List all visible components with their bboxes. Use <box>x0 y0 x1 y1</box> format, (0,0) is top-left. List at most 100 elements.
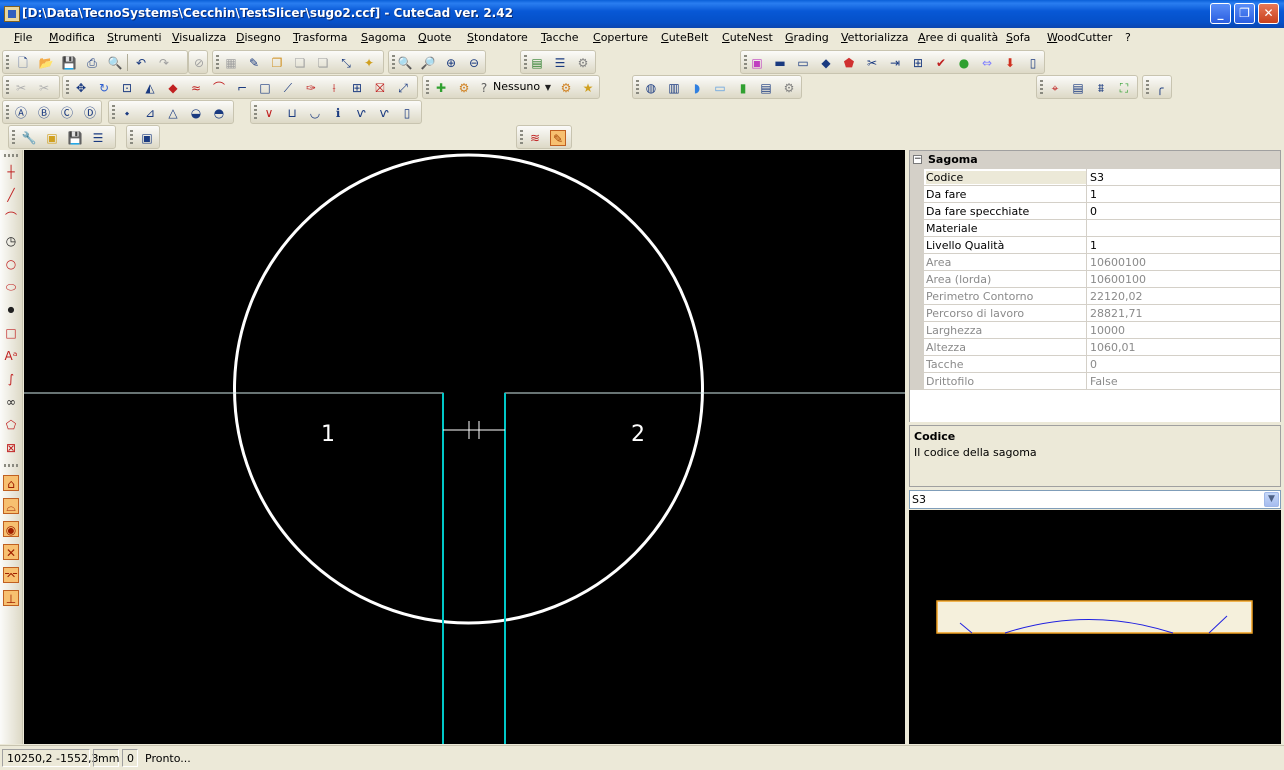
settings-gear-icon[interactable]: ⚙ <box>575 55 591 71</box>
property-category[interactable]: − Sagoma <box>910 151 1280 169</box>
align-icon[interactable]: ⩩ <box>1093 80 1109 96</box>
shape-circle-outline[interactable] <box>233 153 704 625</box>
property-row[interactable]: Percorso di lavoro 28821,71 <box>910 305 1280 322</box>
property-row[interactable]: Tacche 0 <box>910 356 1280 373</box>
camera-icon[interactable]: ▣ <box>139 130 155 146</box>
redo-icon[interactable]: ↷ <box>156 55 172 71</box>
snap-center-icon[interactable]: ◉ <box>3 521 19 537</box>
move-icon[interactable]: ✥ <box>73 80 89 96</box>
new-file-icon[interactable]: 🗋 <box>15 55 31 71</box>
property-value[interactable]: 0 <box>1090 205 1276 218</box>
toolbar-grip[interactable] <box>6 55 9 69</box>
rectangle-icon[interactable]: □ <box>257 80 273 96</box>
property-row[interactable]: Da fare 1 <box>910 186 1280 203</box>
break-icon[interactable]: ⟊ <box>326 80 342 96</box>
plotter-icon[interactable]: ◍ <box>643 80 659 96</box>
options-gear-icon[interactable]: ⚙ <box>781 80 797 96</box>
menu-visualizza[interactable]: Visualizza <box>172 31 226 44</box>
toolbar-grip[interactable] <box>112 105 115 119</box>
toolbar-grip[interactable] <box>426 80 429 94</box>
property-row[interactable]: Larghezza 10000 <box>910 322 1280 339</box>
toolbar-grip[interactable] <box>216 55 219 69</box>
mark-doc-icon[interactable]: ▯ <box>399 105 415 121</box>
property-row[interactable]: Altezza 1060,01 <box>910 339 1280 356</box>
snap-intersection-icon[interactable]: ✕ <box>3 544 19 560</box>
circle-icon[interactable]: ○ <box>3 256 19 272</box>
toolbar-grip[interactable] <box>744 55 747 69</box>
toolbar-grip[interactable] <box>4 154 18 157</box>
wrench-icon[interactable]: 🔧 <box>21 130 37 146</box>
property-row[interactable]: Codice S3 <box>910 169 1280 186</box>
stretch-icon[interactable]: ⤢ <box>395 80 411 96</box>
table-icon[interactable]: ▤ <box>1070 80 1086 96</box>
menu-file[interactable]: File <box>14 31 32 44</box>
erase-icon[interactable]: ◆ <box>165 80 181 96</box>
property-row[interactable]: Materiale <box>910 220 1280 237</box>
mark-vs-icon[interactable]: ⱱ <box>353 105 369 121</box>
shape-frame-icon[interactable]: ▭ <box>795 55 811 71</box>
toolbar-grip[interactable] <box>254 105 257 119</box>
paste-icon[interactable]: ❏ <box>292 55 308 71</box>
shape-save-icon[interactable]: ▬ <box>772 55 788 71</box>
toolbar-grip[interactable] <box>392 55 395 69</box>
zoom-in-icon[interactable]: ⊕ <box>443 55 459 71</box>
menu-tacche[interactable]: Tacche <box>541 31 578 44</box>
property-row[interactable]: Perimetro Contorno 22120,02 <box>910 288 1280 305</box>
property-row[interactable]: Livello Qualità 1 <box>910 237 1280 254</box>
line-join-icon[interactable]: ⟋ <box>280 80 296 96</box>
menu-coperture[interactable]: Coperture <box>593 31 648 44</box>
shape-info-icon[interactable]: ▯ <box>1025 55 1041 71</box>
toolbar-grip[interactable] <box>12 130 15 144</box>
scissors-icon[interactable]: ✂ <box>864 55 880 71</box>
text-tool-icon[interactable]: Aᵃ <box>3 348 19 364</box>
menu-cutenest[interactable]: CuteNest <box>722 31 773 44</box>
maximize-button[interactable]: ❐ <box>1234 3 1255 24</box>
block-icon[interactable]: ⊠ <box>3 440 19 456</box>
notch-bowl-icon[interactable]: ◒ <box>188 105 204 121</box>
notch-drop-icon[interactable]: ◓ <box>211 105 227 121</box>
collapse-minus-icon[interactable]: − <box>913 155 922 164</box>
wave-icon[interactable]: ≋ <box>527 130 543 146</box>
rectangle-tool-icon[interactable]: □ <box>3 325 19 341</box>
folder-icon[interactable]: ▣ <box>44 130 60 146</box>
notch-angle-icon[interactable]: ⊿ <box>142 105 158 121</box>
mark-u-icon[interactable]: ⊔ <box>284 105 300 121</box>
layer-lock-icon[interactable]: ⚙ <box>558 80 574 96</box>
app-icon[interactable] <box>4 6 20 22</box>
toolbar-grip[interactable] <box>4 464 18 467</box>
zoom-extents-icon[interactable]: 🔎 <box>420 55 436 71</box>
snap-perpendicular-icon[interactable]: ⊥ <box>3 590 19 606</box>
piece-label-2[interactable]: 2 <box>631 422 645 447</box>
help-question-icon[interactable]: ? <box>476 80 492 96</box>
zoom-window-icon[interactable]: 🔍 <box>397 55 413 71</box>
monitor-icon[interactable]: ▭ <box>712 80 728 96</box>
shape-split-icon[interactable]: ⇔ <box>979 55 995 71</box>
mark-i-icon[interactable]: ℹ <box>330 105 346 121</box>
open-folder-icon[interactable]: 📂 <box>38 55 54 71</box>
save-icon[interactable]: 💾 <box>61 55 77 71</box>
layer-manage-icon[interactable]: ⚙ <box>456 80 472 96</box>
arc-icon[interactable]: ⌒ <box>3 210 19 226</box>
print-preview-icon[interactable]: 🔍 <box>107 55 123 71</box>
arrow-down-icon[interactable]: ⬇ <box>1002 55 1018 71</box>
fillet-icon[interactable]: ⌒ <box>211 80 227 96</box>
zoom-out-icon[interactable]: ⊖ <box>466 55 482 71</box>
text-b-icon[interactable]: Ⓑ <box>36 105 52 121</box>
menu-vettorializza[interactable]: Vettorializza <box>841 31 909 44</box>
snap-midpoint-icon[interactable]: ⌓ <box>3 498 19 514</box>
layer-add-icon[interactable]: ✚ <box>433 80 449 96</box>
dropdown-arrow-icon[interactable]: ▼ <box>540 80 556 96</box>
minimize-button[interactable]: _ <box>1210 3 1231 24</box>
chevron-down-icon[interactable]: ▼ <box>1264 492 1279 507</box>
shape-add-icon[interactable]: ⊞ <box>910 55 926 71</box>
notch-triangle-icon[interactable]: △ <box>165 105 181 121</box>
bullet-list-icon[interactable]: ☰ <box>90 130 106 146</box>
toolbar-grip[interactable] <box>524 55 527 69</box>
text-d-icon[interactable]: Ⓓ <box>82 105 98 121</box>
copy-icon[interactable]: ❐ <box>269 55 285 71</box>
text-a-icon[interactable]: Ⓐ <box>13 105 29 121</box>
extend-icon[interactable]: ✂ <box>36 80 52 96</box>
undo-icon[interactable]: ↶ <box>133 55 149 71</box>
print-icon[interactable]: ⎙ <box>84 55 100 71</box>
menu-woodcutter[interactable]: WoodCutter <box>1047 31 1112 44</box>
